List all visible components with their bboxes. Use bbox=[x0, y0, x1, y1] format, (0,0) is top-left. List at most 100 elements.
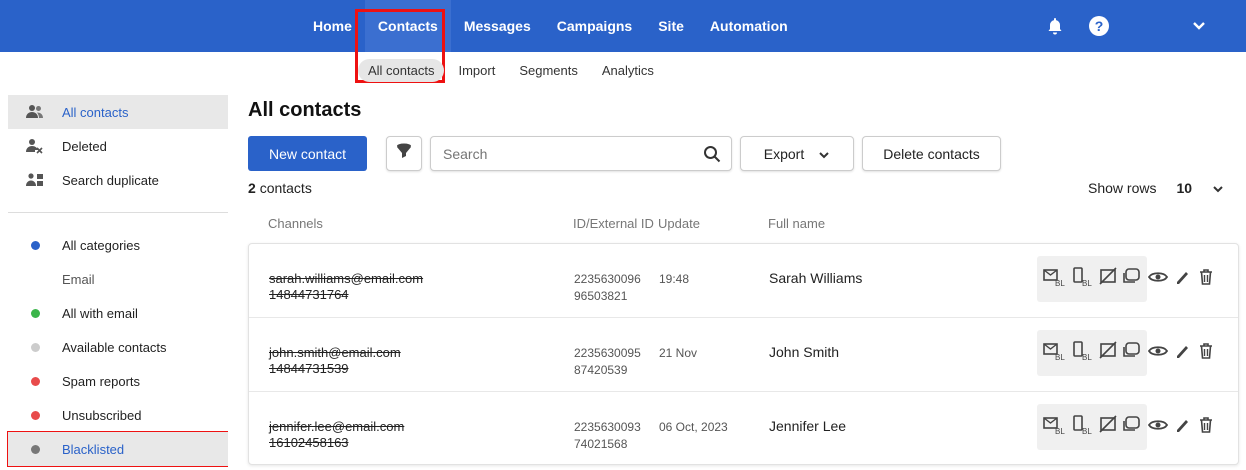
person-x-icon bbox=[8, 138, 62, 154]
contact-phone: 16102458163 bbox=[269, 435, 349, 450]
trash-icon[interactable] bbox=[1198, 268, 1214, 291]
sidebar-item-all-with-email[interactable]: All with email bbox=[8, 296, 228, 330]
bell-icon[interactable] bbox=[1045, 0, 1065, 52]
view-icon[interactable] bbox=[1147, 270, 1169, 289]
message-blocked-icon[interactable] bbox=[1098, 266, 1119, 292]
contact-full-name[interactable]: Sarah Williams bbox=[769, 270, 862, 286]
sidebar-item-spam-reports[interactable]: Spam reports bbox=[8, 364, 228, 398]
contact-external-id: 87420539 bbox=[574, 363, 628, 377]
column-header-full-name[interactable]: Full name bbox=[768, 216, 825, 231]
contacts-count: 2 contacts bbox=[248, 180, 312, 196]
search-icon[interactable] bbox=[703, 145, 721, 168]
subnav-import[interactable]: Import bbox=[448, 59, 505, 82]
nav-campaigns[interactable]: Campaigns bbox=[544, 0, 645, 52]
column-header-channels[interactable]: Channels bbox=[268, 216, 323, 231]
chevron-down-icon[interactable] bbox=[1192, 0, 1206, 52]
filter-icon bbox=[395, 142, 413, 165]
nav-automation[interactable]: Automation bbox=[697, 0, 801, 52]
filter-button[interactable] bbox=[386, 136, 422, 171]
people-icon bbox=[8, 104, 62, 120]
chevron-down-icon bbox=[818, 146, 830, 162]
help-icon[interactable]: ? bbox=[1089, 0, 1109, 52]
chevron-down-icon[interactable] bbox=[1212, 180, 1224, 196]
count-label: contacts bbox=[259, 180, 312, 196]
contact-id: 2235630096 bbox=[574, 272, 641, 286]
contact-external-id: 74021568 bbox=[574, 437, 628, 451]
svg-text:BL: BL bbox=[1082, 353, 1092, 361]
contact-update: 06 Oct, 2023 bbox=[659, 420, 728, 434]
sidebar-item-all-categories[interactable]: All categories bbox=[8, 228, 228, 262]
contact-email: john.smith@email.com bbox=[269, 345, 401, 360]
edit-icon[interactable] bbox=[1174, 342, 1190, 365]
contacts-table: sarah.williams@email.com 14844731764 223… bbox=[248, 243, 1239, 465]
column-header-update[interactable]: Update bbox=[658, 216, 700, 231]
delete-contacts-button[interactable]: Delete contacts bbox=[862, 136, 1001, 171]
table-row[interactable]: john.smith@email.com 14844731539 2235630… bbox=[249, 318, 1238, 392]
contact-update: 21 Nov bbox=[659, 346, 698, 360]
contact-full-name[interactable]: Jennifer Lee bbox=[769, 418, 846, 434]
sidebar-item-label: Available contacts bbox=[62, 339, 167, 355]
edit-icon[interactable] bbox=[1174, 416, 1190, 439]
column-header-id[interactable]: ID/External ID bbox=[573, 216, 654, 231]
nav-home[interactable]: Home bbox=[300, 0, 365, 52]
contact-update: 19:48 bbox=[659, 272, 690, 286]
chat-icon[interactable] bbox=[1122, 341, 1142, 366]
sidebar-item-deleted[interactable]: Deleted bbox=[8, 129, 228, 163]
phone-blacklist-icon[interactable]: BL bbox=[1072, 266, 1096, 292]
email-blacklist-icon[interactable]: BL bbox=[1042, 415, 1069, 440]
sidebar-item-label: All categories bbox=[62, 237, 141, 253]
show-rows-label: Show rows bbox=[1088, 180, 1157, 196]
show-rows[interactable]: Show rows 10 bbox=[1088, 180, 1224, 196]
sidebar-item-blacklisted[interactable]: Blacklisted bbox=[8, 432, 228, 466]
count-number: 2 bbox=[248, 180, 256, 196]
sidebar: All contacts Deleted Search duplicate Al… bbox=[8, 95, 228, 466]
category-dot bbox=[8, 444, 62, 454]
sidebar-item-available-contacts[interactable]: Available contacts bbox=[8, 330, 228, 364]
chat-icon[interactable] bbox=[1122, 267, 1142, 292]
category-dot bbox=[8, 308, 62, 318]
table-row[interactable]: sarah.williams@email.com 14844731764 223… bbox=[249, 244, 1238, 318]
sidebar-item-label: Spam reports bbox=[62, 373, 141, 389]
svg-text:BL: BL bbox=[1055, 353, 1065, 361]
subnav-analytics[interactable]: Analytics bbox=[592, 59, 664, 82]
contact-email: jennifer.lee@email.com bbox=[269, 419, 405, 434]
trash-icon[interactable] bbox=[1198, 342, 1214, 365]
table-row[interactable]: jennifer.lee@email.com 16102458163 22356… bbox=[249, 392, 1238, 466]
sidebar-item-label: Unsubscribed bbox=[62, 407, 142, 423]
subnav-all-contacts[interactable]: All contacts bbox=[358, 58, 445, 82]
sidebar-divider bbox=[8, 212, 228, 213]
email-blacklist-icon[interactable]: BL bbox=[1042, 267, 1069, 292]
contact-phone: 14844731539 bbox=[269, 361, 349, 376]
message-blocked-icon[interactable] bbox=[1098, 414, 1119, 440]
category-dot bbox=[8, 410, 62, 420]
trash-icon[interactable] bbox=[1198, 416, 1214, 439]
export-button[interactable]: Export bbox=[740, 136, 854, 171]
email-blacklist-icon[interactable]: BL bbox=[1042, 341, 1069, 366]
contact-email: sarah.williams@email.com bbox=[269, 271, 424, 286]
edit-icon[interactable] bbox=[1174, 268, 1190, 291]
category-dot bbox=[8, 240, 62, 250]
new-contact-button[interactable]: New contact bbox=[248, 136, 367, 171]
chat-icon[interactable] bbox=[1122, 415, 1142, 440]
contact-phone: 14844731764 bbox=[269, 287, 349, 302]
contact-full-name[interactable]: John Smith bbox=[769, 344, 839, 360]
svg-text:BL: BL bbox=[1055, 427, 1065, 435]
nav-contacts[interactable]: Contacts bbox=[364, 0, 451, 52]
contact-id: 2235630095 bbox=[574, 346, 641, 360]
view-icon[interactable] bbox=[1147, 418, 1169, 437]
sidebar-item-search-duplicate[interactable]: Search duplicate bbox=[8, 163, 228, 197]
view-icon[interactable] bbox=[1147, 344, 1169, 363]
search-input[interactable] bbox=[431, 137, 691, 170]
nav-site[interactable]: Site bbox=[645, 0, 697, 52]
svg-text:BL: BL bbox=[1082, 279, 1092, 287]
message-blocked-icon[interactable] bbox=[1098, 340, 1119, 366]
contact-id: 2235630093 bbox=[574, 420, 641, 434]
phone-blacklist-icon[interactable]: BL bbox=[1072, 340, 1096, 366]
sidebar-item-all-contacts[interactable]: All contacts bbox=[8, 95, 228, 129]
search-box bbox=[430, 136, 732, 171]
sidebar-item-unsubscribed[interactable]: Unsubscribed bbox=[8, 398, 228, 432]
phone-blacklist-icon[interactable]: BL bbox=[1072, 414, 1096, 440]
nav-messages[interactable]: Messages bbox=[451, 0, 544, 52]
subnav-segments[interactable]: Segments bbox=[509, 59, 588, 82]
sidebar-item-label: Blacklisted bbox=[62, 441, 125, 457]
